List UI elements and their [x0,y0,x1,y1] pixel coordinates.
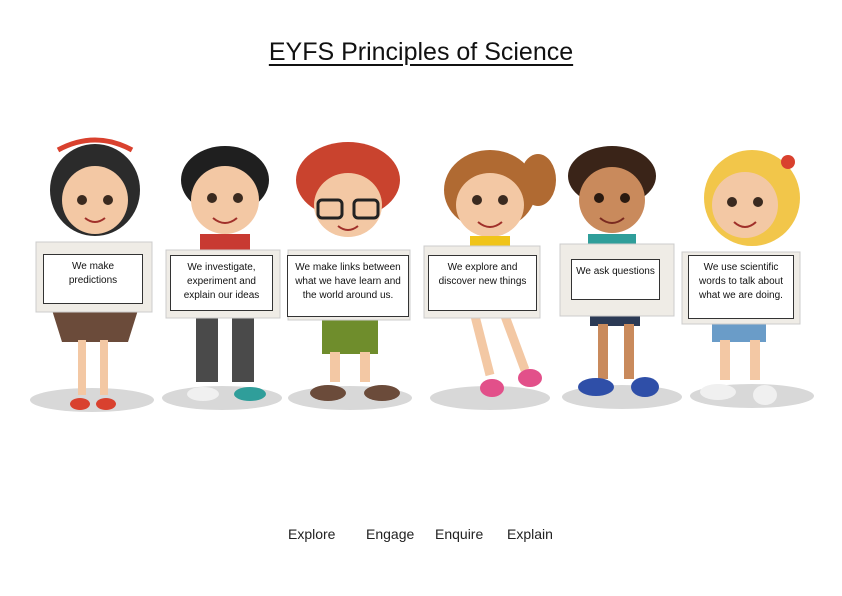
keyword-explore: Explore [288,526,336,542]
keyword-explain: Explain [507,526,553,542]
principle-card-1: We make predictions [43,254,143,304]
principle-text: We investigate, experiment and explain o… [183,262,260,301]
principle-text: We use scientific words to talk about wh… [699,262,783,301]
principle-card-5: We ask questions [571,259,660,300]
principle-card-4: We explore and discover new things [428,255,537,311]
principle-card-3: We make links between what we have learn… [287,255,409,317]
keyword-enquire: Enquire [435,526,484,542]
principle-text: We make links between what we have learn… [295,262,401,301]
principle-card-6: We use scientific words to talk about wh… [688,255,794,319]
keyword-engage: Engage [366,526,415,542]
ground-shadows [30,384,814,412]
principle-text: We make predictions [68,261,118,286]
principle-text: We explore and discover new things [438,262,527,287]
principle-card-2: We investigate, experiment and explain o… [170,255,273,311]
principle-text: We ask questions [576,266,655,277]
